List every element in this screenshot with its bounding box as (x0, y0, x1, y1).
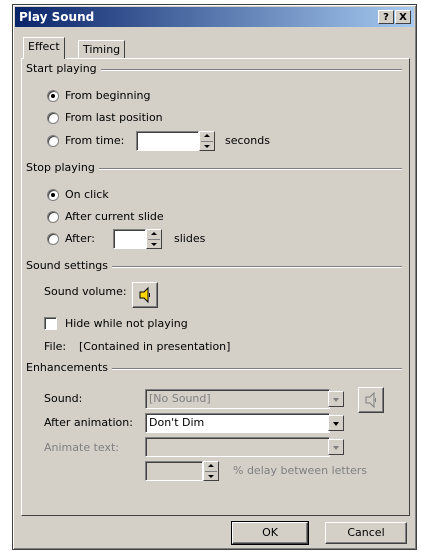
spin-down-icon (204, 145, 210, 148)
spin-up-icon (204, 134, 210, 137)
spin-down-icon (208, 475, 214, 478)
close-icon[interactable]: X (395, 10, 411, 24)
tab-timing-label: Timing (83, 43, 121, 56)
hide-while-not-playing-label: Hide while not playing (65, 317, 188, 330)
after-current-slide-label: After current slide (65, 210, 164, 223)
after-animation-label: After animation: (44, 416, 133, 429)
after-slides-input[interactable] (113, 229, 146, 249)
stop-playing-title: Stop playing (26, 161, 99, 174)
title-bar: Play Sound ? X (15, 7, 414, 27)
after-animation-dropdown-arrow-icon[interactable] (328, 415, 344, 431)
play-sound-dialog: Play Sound ? X Effect Timing Start playi… (12, 4, 417, 550)
spin-divider (205, 471, 217, 472)
animate-text-label: Animate text: (44, 441, 120, 454)
ok-button[interactable]: OK (231, 521, 309, 545)
tab-effect[interactable]: Effect (23, 37, 65, 59)
start-playing-title: Start playing (26, 62, 101, 75)
spin-up-icon (151, 232, 157, 235)
from-time-spinner[interactable] (199, 131, 215, 151)
sound-volume-button[interactable] (132, 282, 158, 308)
sound-settings-title: Sound settings (26, 259, 113, 272)
sound-select[interactable]: [No Sound] (145, 389, 330, 409)
radio-from-beginning[interactable] (47, 90, 59, 102)
spin-up-icon (208, 464, 214, 467)
animate-text-select[interactable] (145, 437, 330, 457)
from-time-input[interactable] (136, 131, 199, 151)
spin-divider (201, 141, 213, 142)
sound-volume-label: Sound volume: (44, 285, 127, 298)
radio-on-click[interactable] (47, 189, 59, 201)
spin-down-icon (151, 243, 157, 246)
from-last-position-label: From last position (65, 111, 163, 124)
hide-while-not-playing-checkbox[interactable] (44, 317, 57, 330)
tab-effect-label: Effect (28, 40, 60, 53)
from-time-label: From time: (65, 134, 125, 147)
window-title: Play Sound (19, 10, 95, 24)
delay-spinner[interactable] (203, 461, 219, 481)
effect-panel: Start playing From beginning From last p… (21, 58, 410, 516)
sound-preview-button[interactable] (358, 387, 384, 413)
on-click-label: On click (65, 188, 109, 201)
file-value: [Contained in presentation] (79, 340, 231, 353)
seconds-label: seconds (225, 134, 270, 147)
radio-after-current-slide[interactable] (47, 211, 59, 223)
speaker-icon (139, 286, 150, 304)
after-label: After: (65, 232, 95, 245)
from-beginning-label: From beginning (65, 89, 151, 102)
spin-divider (148, 239, 160, 240)
radio-from-time[interactable] (47, 135, 59, 147)
radio-from-last-position[interactable] (47, 112, 59, 124)
delay-between-letters-label: % delay between letters (233, 464, 368, 477)
enhancements-title: Enhancements (26, 361, 112, 374)
after-animation-select[interactable]: Don't Dim (145, 413, 330, 433)
animate-text-dropdown-arrow-icon[interactable] (328, 439, 344, 455)
tab-timing[interactable]: Timing (78, 40, 126, 58)
cancel-button[interactable]: Cancel (325, 522, 407, 544)
delay-input[interactable] (145, 461, 203, 481)
slides-label: slides (174, 232, 206, 245)
speaker-disabled-icon (365, 391, 376, 409)
radio-after-slides[interactable] (47, 233, 59, 245)
sound-dropdown-arrow-icon[interactable] (328, 391, 344, 407)
help-icon[interactable]: ? (378, 10, 394, 24)
sound-label: Sound: (44, 392, 83, 405)
file-label: File: (44, 340, 67, 353)
after-slides-spinner[interactable] (146, 229, 162, 249)
